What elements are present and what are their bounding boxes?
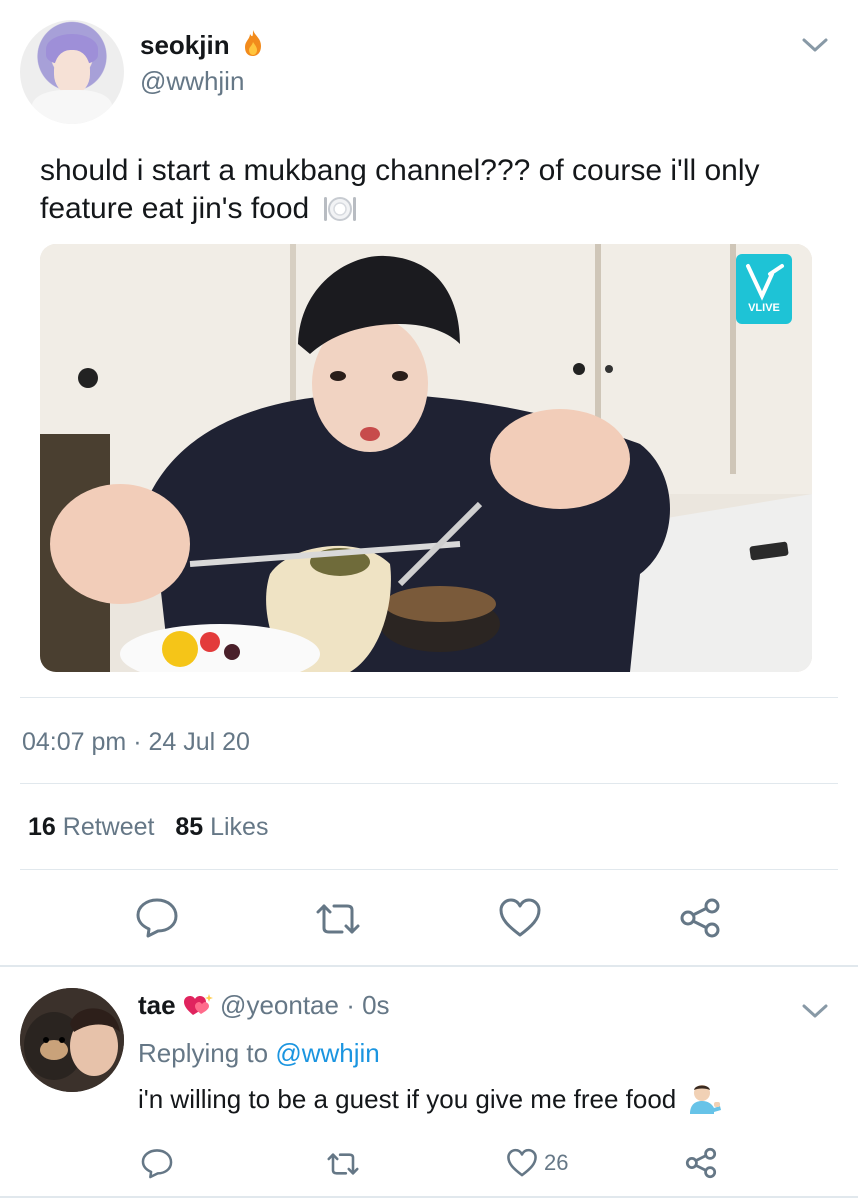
chevron-down-icon[interactable] [800,1000,830,1027]
reply-text-content: i'n willing to be a guest if you give me… [138,1084,677,1114]
tweet-date[interactable]: 24 Jul 20 [148,728,249,756]
media-photo [40,244,812,672]
section-divider [0,965,858,967]
reply-author-name[interactable]: tae [138,990,176,1020]
share-icon[interactable] [684,1147,718,1179]
retweet-count: 16 [28,813,56,841]
divider [20,783,838,784]
reply-author-handle[interactable]: @yeontae [220,990,339,1020]
heart-icon[interactable] [506,1148,538,1178]
author-handle[interactable]: @wwhjin [140,66,244,97]
reply-icon[interactable] [140,1147,174,1179]
sparkling-heart-emoji-icon [183,992,213,1025]
person-tipping-hand-emoji-icon [688,1082,722,1121]
vlive-badge: VLIVE [748,302,780,314]
plate-cutlery-emoji-icon [322,194,358,234]
tweet-time[interactable]: 04:07 pm [22,728,126,756]
divider [20,697,838,698]
avatar[interactable] [20,20,124,124]
retweet-stat[interactable]: 16 Retweet [28,813,154,841]
tweet-text-content: should i start a mukbang channel??? of c… [40,154,760,225]
heart-icon[interactable] [498,897,542,939]
bottom-divider [0,1196,858,1198]
chevron-down-icon[interactable] [800,34,830,61]
like-count: 85 [175,813,204,841]
tweet-text: should i start a mukbang channel??? of c… [40,152,820,234]
reply-text: i'n willing to be a guest if you give me… [138,1082,722,1121]
likes-label[interactable]: Likes [210,813,268,841]
replying-to-link[interactable]: @wwhjin [275,1038,379,1068]
like-stat[interactable]: 85 Likes [175,813,268,841]
fire-emoji-icon [241,28,265,65]
like-button[interactable]: 26 [506,1148,568,1178]
author-name-text[interactable]: seokjin [140,30,230,60]
tweet-timestamp[interactable]: 04:07 pm · 24 Jul 20 [22,728,250,757]
author-name[interactable]: seokjin [140,28,265,65]
reply-header: tae @yeontae · 0s [138,990,390,1025]
share-icon[interactable] [678,897,722,939]
retweet-icon[interactable] [324,1149,362,1179]
reply-like-count: 26 [544,1150,569,1175]
retweet-label[interactable]: Retweet [63,813,155,841]
replying-to: Replying to @wwhjin [138,1038,380,1069]
reply-avatar[interactable] [20,988,124,1092]
divider [20,869,838,870]
tweet-stats: 16 Retweet 85 Likes [28,813,268,842]
separator: · [133,728,142,756]
reply-icon[interactable] [134,896,180,938]
replying-prefix: Replying to [138,1038,269,1068]
retweet-icon[interactable] [312,898,364,940]
tweet-media-image[interactable]: VLIVE [40,244,812,672]
reply-time[interactable]: · 0s [346,990,389,1020]
